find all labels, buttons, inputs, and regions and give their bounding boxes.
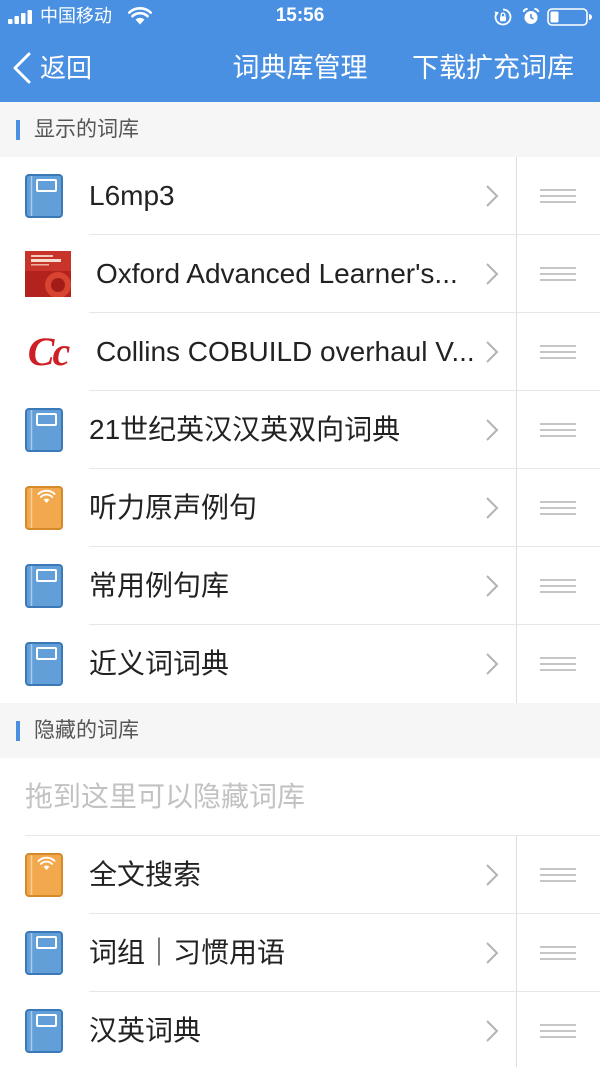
dict-row[interactable]: Cc Collins COBUILD overhaul V...	[0, 313, 600, 391]
blue-book-icon	[25, 174, 63, 218]
vertical-divider	[516, 469, 517, 547]
chevron-right-icon	[486, 1020, 499, 1042]
vertical-divider	[516, 836, 517, 914]
chevron-right-icon	[486, 185, 499, 207]
status-bar: 中国移动 15:56	[0, 0, 600, 34]
drag-handle[interactable]	[540, 423, 576, 437]
oxford-cover-icon	[25, 251, 71, 297]
drag-handle[interactable]	[540, 267, 576, 281]
carrier-name: 中国移动	[40, 6, 112, 26]
dict-name: 近义词词典	[89, 648, 230, 679]
blue-book-icon	[25, 931, 63, 975]
dict-row[interactable]: 全文搜索	[0, 836, 600, 914]
signal-icon	[8, 10, 32, 24]
chevron-right-icon	[486, 419, 499, 441]
orange-audio-book-icon	[25, 486, 63, 530]
drag-handle[interactable]	[540, 501, 576, 515]
chevron-left-icon	[13, 52, 31, 84]
dict-row[interactable]: Oxford Advanced Learner's...	[0, 235, 600, 313]
section-accent-bar	[16, 721, 20, 741]
section-header-shown: 显示的词库	[0, 102, 600, 157]
drag-handle[interactable]	[540, 579, 576, 593]
back-button[interactable]: 返回	[10, 34, 102, 102]
drag-handle[interactable]	[540, 189, 576, 203]
drop-zone-hint: 拖到这里可以隐藏词库	[25, 781, 306, 812]
vertical-divider	[516, 547, 517, 625]
blue-book-icon	[25, 408, 63, 452]
section-title: 隐藏的词库	[34, 719, 139, 742]
dict-name: 汉英词典	[89, 1015, 202, 1046]
top-bar: 中国移动 15:56 返回 词典库管理 下载扩充词库	[0, 0, 600, 102]
chevron-right-icon	[486, 942, 499, 964]
chevron-right-icon	[486, 341, 499, 363]
dict-name: 听力原声例句	[89, 492, 258, 523]
app-screen: 中国移动 15:56 返回 词典库管理 下载扩充词库 显示的词库 L6mp3 O…	[0, 0, 600, 1067]
chevron-right-icon	[486, 497, 499, 519]
vertical-divider	[516, 235, 517, 313]
clock-time: 15:56	[275, 5, 325, 26]
rotation-lock-icon	[494, 8, 512, 26]
dict-row[interactable]: 词组｜习惯用语	[0, 914, 600, 992]
blue-book-icon	[25, 642, 63, 686]
section-title: 显示的词库	[34, 118, 139, 141]
dict-row[interactable]: 听力原声例句	[0, 469, 600, 547]
dict-name: 词组｜习惯用语	[89, 937, 286, 968]
drag-handle[interactable]	[540, 868, 576, 882]
dict-name: Collins COBUILD overhaul V...	[96, 336, 475, 367]
dict-row[interactable]: 近义词词典	[0, 625, 600, 703]
drag-handle[interactable]	[540, 657, 576, 671]
drag-handle[interactable]	[540, 1024, 576, 1038]
vertical-divider	[516, 313, 517, 391]
hide-drop-zone[interactable]: 拖到这里可以隐藏词库	[0, 758, 600, 836]
blue-book-icon	[25, 564, 63, 608]
navigation-bar: 返回 词典库管理 下载扩充词库	[0, 34, 600, 102]
blue-book-icon	[25, 1009, 63, 1053]
vertical-divider	[516, 391, 517, 469]
page-title: 词典库管理	[232, 53, 368, 83]
dict-name: 全文搜索	[89, 859, 202, 890]
back-label: 返回	[40, 53, 93, 83]
chevron-right-icon	[486, 263, 499, 285]
dict-name: 常用例句库	[89, 570, 230, 601]
wifi-icon	[128, 7, 152, 25]
collins-logo-icon: Cc	[27, 329, 70, 374]
dict-row[interactable]: 汉英词典	[0, 992, 600, 1067]
dict-name: L6mp3	[89, 180, 175, 211]
download-more-button[interactable]: 下载扩充词库	[412, 34, 574, 102]
dict-name: 21世纪英汉汉英双向词典	[89, 414, 401, 445]
section-accent-bar	[16, 120, 20, 140]
vertical-divider	[516, 914, 517, 992]
chevron-right-icon	[486, 864, 499, 886]
dict-row[interactable]: L6mp3	[0, 157, 600, 235]
drag-handle[interactable]	[540, 946, 576, 960]
dict-row[interactable]: 常用例句库	[0, 547, 600, 625]
dict-row[interactable]: 21世纪英汉汉英双向词典	[0, 391, 600, 469]
orange-audio-book-icon	[25, 853, 63, 897]
chevron-right-icon	[486, 575, 499, 597]
dict-name: Oxford Advanced Learner's...	[96, 258, 458, 289]
battery-icon	[547, 8, 592, 26]
vertical-divider	[516, 992, 517, 1067]
vertical-divider	[516, 157, 517, 235]
chevron-right-icon	[486, 653, 499, 675]
drag-handle[interactable]	[540, 345, 576, 359]
alarm-icon	[522, 8, 540, 24]
vertical-divider	[516, 625, 517, 703]
section-header-hidden: 隐藏的词库	[0, 703, 600, 758]
